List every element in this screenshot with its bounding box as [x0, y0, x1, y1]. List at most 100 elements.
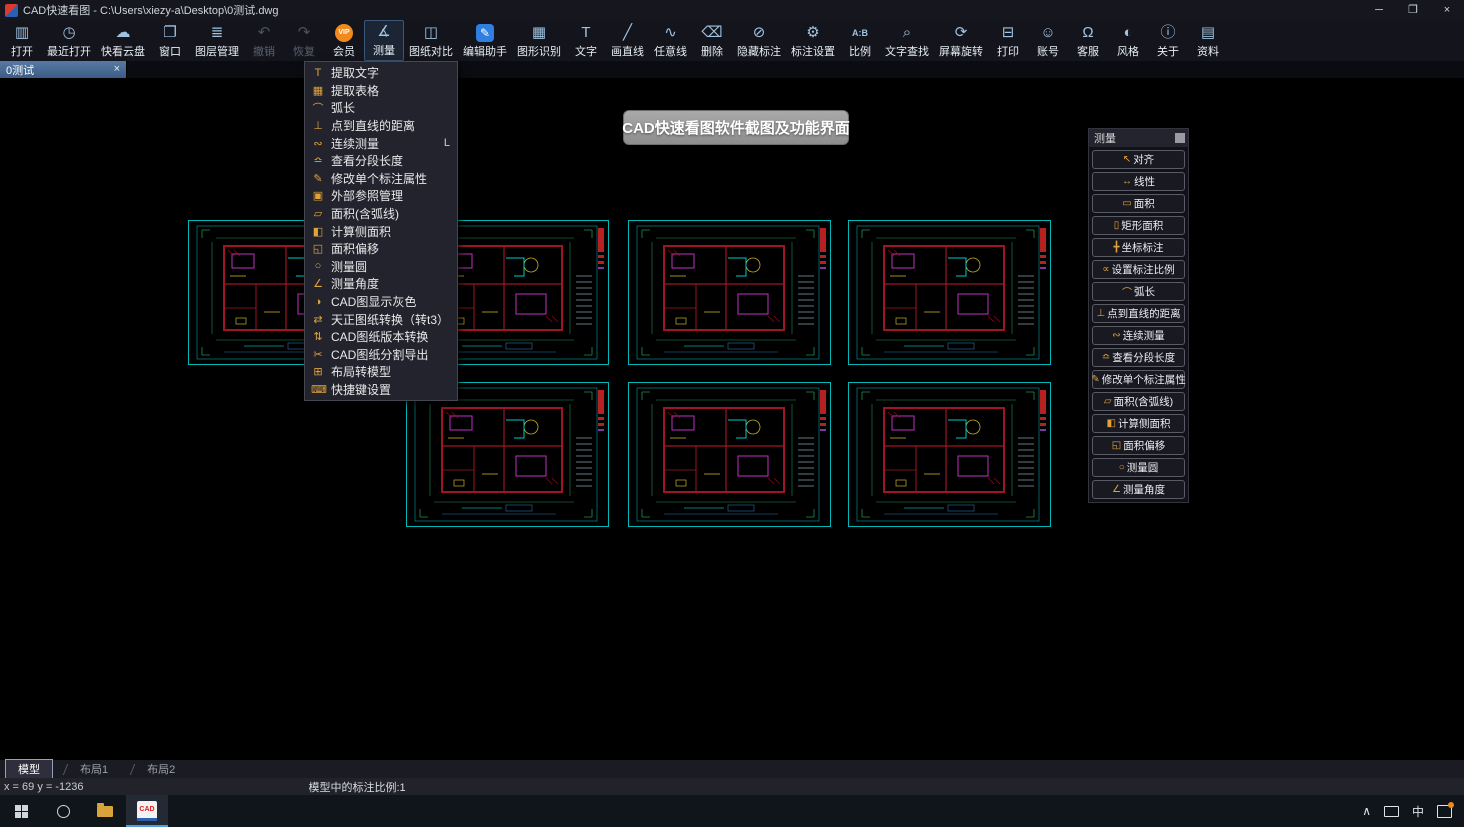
menu-item-modify-annotation[interactable]: ✎ 修改单个标注属性	[305, 170, 457, 188]
toolbar-free-line[interactable]: ∿ 任意线	[649, 20, 692, 61]
display-icon[interactable]	[1383, 805, 1399, 817]
menu-item-arc-length[interactable]: ⌒ 弧长	[305, 99, 457, 117]
minimize-button[interactable]: ─	[1362, 0, 1396, 20]
app-logo-icon	[5, 3, 18, 17]
toolbar-screen-rotate[interactable]: ⟳ 屏幕旋转	[934, 20, 988, 61]
toolbar-shape-recognition[interactable]: ▦ 图形识别	[512, 20, 566, 61]
toolbar-materials[interactable]: ▤ 资料	[1188, 20, 1228, 61]
menu-item-tianzheng-convert[interactable]: ⇄ 天正图纸转换（转t3）	[305, 310, 457, 328]
measure-circle-icon: ○	[314, 260, 322, 273]
panel-item-measure-circle[interactable]: ○ 测量圆	[1092, 458, 1185, 477]
panel-item-rect-area[interactable]: ▯ 矩形面积	[1092, 216, 1185, 235]
cad-app-button[interactable]: CAD	[126, 795, 168, 827]
menu-item-layout-to-model[interactable]: ⊞ 布局转模型	[305, 363, 457, 381]
toolbar-annotation-settings[interactable]: ⚙ 标注设置	[786, 20, 840, 61]
sheet-tab-layout1[interactable]: 布局1	[53, 760, 120, 778]
text-search-icon: ⌕	[902, 23, 912, 41]
menu-item-measure-angle[interactable]: ∠ 测量角度	[305, 275, 457, 293]
toolbar-drawing-compare[interactable]: ◫ 图纸对比	[404, 20, 458, 61]
panel-item-segment-length[interactable]: ≏ 查看分段长度	[1092, 348, 1185, 367]
menu-item-shortcut-settings[interactable]: ⌨ 快捷键设置	[305, 381, 457, 399]
panel-item-align[interactable]: ↖ 对齐	[1092, 150, 1185, 169]
panel-close-icon[interactable]	[1175, 133, 1185, 143]
menu-item-segment-length[interactable]: ≏ 查看分段长度	[305, 152, 457, 170]
panel-item-area-with-arc[interactable]: ▱ 面积(含弧线)	[1092, 392, 1185, 411]
toolbar-vip-member[interactable]: VIP 会员	[324, 20, 364, 61]
menu-item-split-export[interactable]: ✂ CAD图纸分割导出	[305, 346, 457, 364]
panel-item-area-offset[interactable]: ◱ 面积偏移	[1092, 436, 1185, 455]
toolbar-account[interactable]: ☺ 账号	[1028, 20, 1068, 61]
toolbar-text-search[interactable]: ⌕ 文字查找	[880, 20, 934, 61]
toolbar-layer-manager[interactable]: ≣ 图层管理	[190, 20, 244, 61]
measure-panel-header[interactable]: 测量	[1089, 129, 1188, 147]
area-offset-icon: ◱	[312, 243, 324, 256]
panel-item-side-area[interactable]: ◧ 计算侧面积	[1092, 414, 1185, 433]
split-export-icon: ✂	[313, 348, 323, 361]
toolbar-edit-assistant[interactable]: ✎ 编辑助手	[458, 20, 512, 61]
toolbar-hide-annotation[interactable]: ⊘ 隐藏标注	[732, 20, 786, 61]
menu-item-extract-table[interactable]: ▦ 提取表格	[305, 82, 457, 100]
toolbar-draw-line[interactable]: ╱ 画直线	[606, 20, 649, 61]
toolbar-recent-open[interactable]: ◷ 最近打开	[42, 20, 96, 61]
file-explorer-button[interactable]	[84, 795, 126, 827]
drawing-compare-icon: ◫	[423, 23, 439, 41]
menu-item-continuous-measure[interactable]: ∾ 连续测量 L	[305, 134, 457, 152]
title-bar: CAD快速看图 - C:\Users\xiezy-a\Desktop\0测试.d…	[0, 0, 1464, 20]
restore-button[interactable]: ❐	[1396, 0, 1430, 20]
menu-item-cad-gray-display[interactable]: ◑ CAD图显示灰色	[305, 293, 457, 311]
toolbar-delete[interactable]: ⌫ 删除	[692, 20, 732, 61]
align-icon: ↖	[1122, 154, 1132, 165]
extract-text-icon: T	[314, 66, 322, 79]
segment-length-icon: ≏	[313, 155, 323, 168]
menu-item-area-offset[interactable]: ◱ 面积偏移	[305, 240, 457, 258]
doc-tab-close-icon[interactable]: ×	[114, 64, 120, 75]
menu-item-side-area[interactable]: ◧ 计算侧面积	[305, 222, 457, 240]
panel-item-linear[interactable]: ↔ 线性	[1092, 172, 1185, 191]
toolbar-cloud-disk[interactable]: ☁ 快看云盘	[96, 20, 150, 61]
toolbar-print[interactable]: ⊟ 打印	[988, 20, 1028, 61]
panel-item-measure-angle[interactable]: ∠ 测量角度	[1092, 480, 1185, 499]
panel-item-continuous-measure[interactable]: ∾ 连续测量	[1092, 326, 1185, 345]
toolbar-scale-ratio[interactable]: A:B 比例	[840, 20, 880, 61]
panel-item-modify-annotation[interactable]: ✎ 修改单个标注属性	[1091, 370, 1186, 389]
panel-item-area[interactable]: ▭ 面积	[1092, 194, 1185, 213]
search-button[interactable]	[42, 795, 84, 827]
toolbar-window[interactable]: ❐ 窗口	[150, 20, 190, 61]
toolbar-measure[interactable]: ∡ 测量	[364, 20, 404, 61]
menu-item-version-convert[interactable]: ⇅ CAD图纸版本转换	[305, 328, 457, 346]
start-button[interactable]	[0, 795, 42, 827]
menu-item-point-line-distance[interactable]: ⊥ 点到直线的距离	[305, 117, 457, 135]
close-button[interactable]: ×	[1430, 0, 1464, 20]
drawing-canvas[interactable]: CAD快速看图软件截图及功能界面	[0, 78, 1464, 760]
menu-item-xref-manager[interactable]: ▣ 外部参照管理	[305, 187, 457, 205]
version-convert-icon: ⇅	[313, 331, 323, 344]
menu-item-extract-text[interactable]: T 提取文字	[305, 64, 457, 82]
toolbar-style[interactable]: ◐ 风格	[1108, 20, 1148, 61]
area-icon: ▭	[1122, 198, 1132, 209]
toolbar-about[interactable]: ⓘ 关于	[1148, 20, 1188, 61]
panel-item-annotation-scale[interactable]: ∝ 设置标注比例	[1092, 260, 1185, 279]
modify-annotation-icon: ✎	[313, 172, 323, 185]
extract-table-icon: ▦	[312, 84, 324, 97]
print-icon: ⊟	[1001, 23, 1015, 41]
sheet-tab-model[interactable]: 模型	[5, 759, 53, 779]
toolbar-open[interactable]: ▥ 打开	[2, 20, 42, 61]
notification-icon[interactable]	[1437, 801, 1454, 818]
menu-item-measure-circle[interactable]: ○ 测量圆	[305, 258, 457, 276]
panel-item-coordinate-annotation[interactable]: ╋ 坐标标注	[1092, 238, 1185, 257]
toolbar-text[interactable]: T 文字	[566, 20, 606, 61]
panel-item-arc-length[interactable]: ⌒ 弧长	[1092, 282, 1185, 301]
delete-icon: ⌫	[701, 23, 723, 41]
measure-icon: ∡	[377, 23, 391, 40]
toolbar-redo[interactable]: ↷ 恢复	[284, 20, 324, 61]
menu-item-area-with-arc[interactable]: ▱ 面积(含弧线)	[305, 205, 457, 223]
toolbar-undo[interactable]: ↶ 撤销	[244, 20, 284, 61]
edit-assistant-icon: ✎	[476, 23, 494, 42]
tray-expand-icon[interactable]: ∧	[1362, 804, 1371, 818]
linear-icon: ↔	[1122, 176, 1132, 187]
toolbar-customer-service[interactable]: Ω 客服	[1068, 20, 1108, 61]
panel-item-point-line-distance[interactable]: ⊥ 点到直线的距离	[1092, 304, 1185, 323]
sheet-tab-layout2[interactable]: 布局2	[120, 760, 187, 778]
doc-tab-0-test[interactable]: 0测试 ×	[0, 61, 127, 78]
ime-indicator[interactable]: 中	[1412, 803, 1424, 820]
